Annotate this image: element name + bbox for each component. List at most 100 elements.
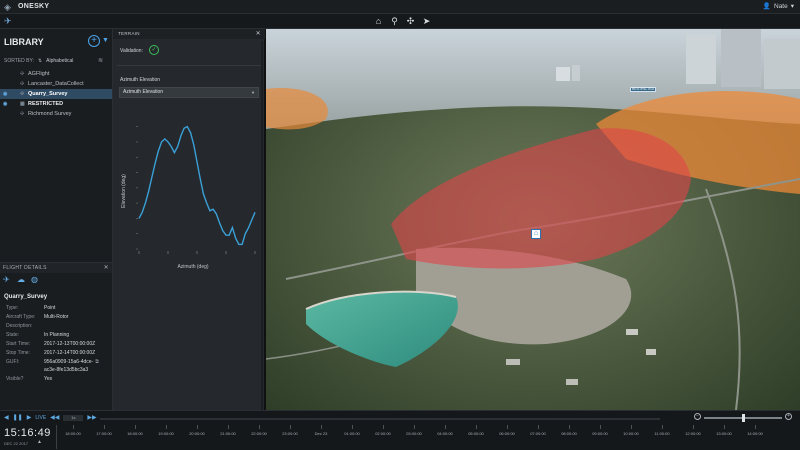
time-tick-label: 13:00:00 bbox=[716, 431, 732, 436]
flight-details-title: FLIGHT DETAILS bbox=[3, 265, 47, 271]
map-3d-view[interactable]: RESTRICTED ⌂ bbox=[266, 29, 800, 410]
pause-icon[interactable]: ❚❚ bbox=[13, 414, 23, 421]
play-icon[interactable]: ▶ bbox=[27, 414, 32, 421]
zoom-slider-thumb[interactable] bbox=[742, 414, 745, 422]
time-tick-label: 09:00:00 bbox=[592, 431, 608, 436]
timeline-scrubber[interactable] bbox=[100, 418, 660, 420]
azimuth-elevation-label: Azimuth Elevation bbox=[120, 77, 161, 83]
detail-row: Start Time: 2017-12-13T00:00:00Z bbox=[6, 341, 110, 347]
detail-row: State: In Planning bbox=[6, 332, 110, 338]
list-item[interactable]: ✣ Lancaster_DataCollect bbox=[0, 79, 112, 89]
pin-icon[interactable]: ⚲ bbox=[389, 16, 400, 27]
azimuth-elevation-chart: Azimuth (deg) Elevation (deg) bbox=[121, 125, 256, 270]
home-marker-icon[interactable]: ⌂ bbox=[531, 229, 541, 239]
divider bbox=[117, 65, 261, 66]
home-icon[interactable]: ⌂ bbox=[373, 16, 384, 27]
plane-icon[interactable]: ✈ bbox=[4, 16, 15, 27]
detail-value: Point bbox=[44, 305, 56, 311]
terrain-panel: TERRAIN ✕ Validation: ✓ Azimuth Elevatio… bbox=[113, 29, 265, 411]
detail-value: 2017-12-14T00:00:00Z bbox=[44, 350, 96, 356]
caret-up-icon[interactable]: ▲ bbox=[37, 439, 42, 445]
list-item-label: RESTRICTED bbox=[28, 101, 64, 107]
detail-value: 2017-12-13T00:00:00Z bbox=[44, 341, 96, 347]
select-value: Azimuth Elevation bbox=[123, 89, 164, 95]
chevron-down-icon[interactable]: ▼ bbox=[102, 37, 109, 44]
time-tick-label: 01:00:00 bbox=[344, 431, 360, 436]
list-item[interactable]: ◉ ▦ RESTRICTED bbox=[0, 99, 112, 109]
copy-icon[interactable]: ⧉ bbox=[95, 359, 99, 365]
flight-icon: ✣ bbox=[20, 71, 25, 77]
time-tick bbox=[693, 425, 694, 429]
list-item-label: AGFlight bbox=[28, 71, 50, 77]
add-icon[interactable]: + bbox=[88, 35, 100, 47]
time-tick bbox=[724, 425, 725, 429]
sort-control[interactable]: SORTED BY: ⇅ Alphabetical bbox=[4, 58, 110, 64]
list-item[interactable]: ✣ Richmond Survey bbox=[0, 109, 112, 119]
series-line bbox=[138, 125, 256, 246]
time-tick-label: 12:00:00 bbox=[685, 431, 701, 436]
time-tick-label: 07:00:00 bbox=[530, 431, 546, 436]
sort-icon: ⇅ bbox=[37, 58, 43, 64]
user-menu[interactable]: 👤 Nate ▾ bbox=[763, 2, 794, 11]
chart-type-select[interactable]: Azimuth Elevation ▼ bbox=[119, 87, 259, 98]
visibility-icon[interactable]: ◉ bbox=[3, 91, 7, 97]
speed-field[interactable]: 1x bbox=[63, 414, 84, 421]
close-icon[interactable]: ✕ bbox=[256, 29, 261, 39]
detail-key: Aircraft Type: bbox=[6, 314, 36, 320]
plane-icon[interactable]: ✈ bbox=[3, 275, 12, 284]
time-tick-label: 10:00:00 bbox=[623, 431, 639, 436]
close-icon[interactable]: ✕ bbox=[104, 263, 109, 273]
restricted-area-tag[interactable]: RESTRICTED bbox=[630, 87, 656, 92]
time-tick-label: 18:00:00 bbox=[127, 431, 143, 436]
detail-key: Visible? bbox=[6, 376, 24, 382]
time-tick bbox=[104, 425, 105, 429]
time-tick-label: Dec 23 bbox=[314, 431, 328, 436]
rewind-icon[interactable]: ◀◀ bbox=[50, 414, 59, 421]
navigate-icon[interactable]: ➤ bbox=[421, 16, 432, 27]
user-name: Nate bbox=[774, 2, 788, 10]
time-tick-label: 04:00:00 bbox=[437, 431, 453, 436]
layers-icon[interactable]: ≋ bbox=[98, 57, 103, 64]
time-tick-label: 02:00:00 bbox=[375, 431, 391, 436]
time-tick bbox=[383, 425, 384, 429]
list-item-selected[interactable]: ◉ ✣ Quarry_Survey bbox=[0, 89, 112, 99]
time-tick-label: 20:00:00 bbox=[189, 431, 205, 436]
details-toolbar: ✈ ☁ ◍ bbox=[3, 275, 40, 284]
timeline: ◀ ❚❚ ▶ LIVE ◀◀ 1x ▶▶ − + 15:16:49 DEC 22… bbox=[0, 410, 800, 450]
scrollbar[interactable] bbox=[261, 41, 263, 411]
detail-value: ac3e-8fe13d5bc3a3 bbox=[44, 367, 89, 373]
flight-icon: ✣ bbox=[20, 111, 25, 117]
detail-value: Multi-Rotor bbox=[44, 314, 69, 320]
time-tick bbox=[166, 425, 167, 429]
detail-row: Visible? Yes bbox=[6, 376, 110, 382]
cloud-icon[interactable]: ☁ bbox=[17, 275, 26, 284]
time-tick bbox=[197, 425, 198, 429]
validation-label: Validation: bbox=[120, 48, 143, 54]
terrain-header: TERRAIN ✕ bbox=[113, 29, 265, 39]
zoom-in-icon[interactable]: + bbox=[785, 413, 792, 420]
live-button[interactable]: LIVE bbox=[35, 415, 46, 421]
time-tick bbox=[321, 425, 322, 429]
globe-icon[interactable]: ◍ bbox=[31, 275, 40, 284]
main-toolbar: ✈ ⌂ ⚲ ✣ ➤ bbox=[0, 14, 800, 29]
list-item[interactable]: ✣ AGFlight bbox=[0, 69, 112, 79]
time-tick-label: 23:00:00 bbox=[282, 431, 298, 436]
time-tick bbox=[662, 425, 663, 429]
title-bar: ◈ ONESKY 👤 Nate ▾ bbox=[0, 0, 800, 14]
caret-down-icon: ▼ bbox=[251, 90, 255, 95]
time-tick-label: 18:00:00 bbox=[65, 431, 81, 436]
time-tick bbox=[507, 425, 508, 429]
time-tick bbox=[569, 425, 570, 429]
drone-icon[interactable]: ✣ bbox=[405, 16, 416, 27]
playback-controls: ◀ ❚❚ ▶ LIVE ◀◀ 1x ▶▶ bbox=[4, 414, 97, 421]
time-tick-label: 22:00:00 bbox=[251, 431, 267, 436]
forward-icon[interactable]: ▶▶ bbox=[87, 414, 96, 421]
library-title: LIBRARY bbox=[4, 37, 44, 47]
detail-row: ac3e-8fe13d5bc3a3 bbox=[6, 367, 110, 373]
flight-details-panel: FLIGHT DETAILS ✕ ✈ ☁ ◍ Quarry_Survey Typ… bbox=[0, 262, 113, 410]
zoom-out-icon[interactable]: − bbox=[694, 413, 701, 420]
step-back-icon[interactable]: ◀ bbox=[4, 414, 9, 421]
visibility-icon[interactable]: ◉ bbox=[3, 101, 7, 107]
list-item-label: Quarry_Survey bbox=[28, 91, 68, 97]
time-tick-label: 19:00:00 bbox=[158, 431, 174, 436]
